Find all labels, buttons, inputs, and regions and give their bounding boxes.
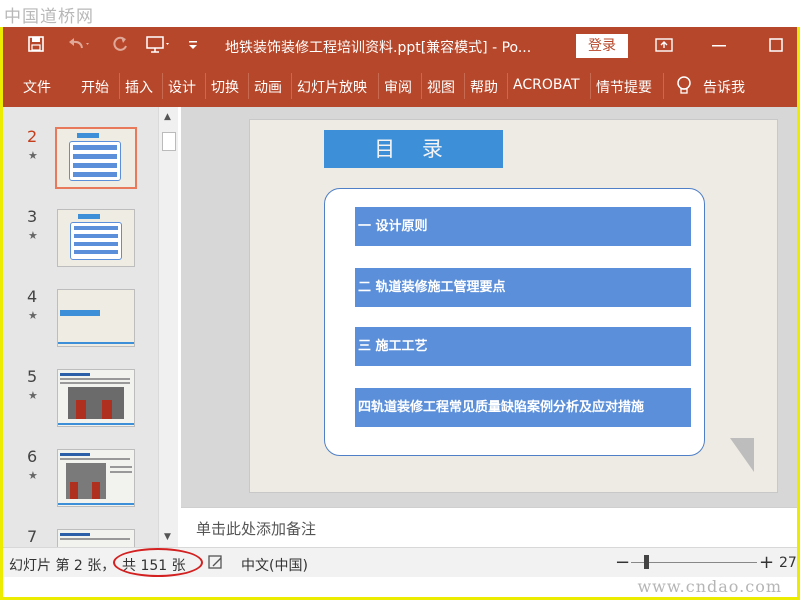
tab-separator bbox=[378, 73, 379, 99]
scrollbar-thumb[interactable] bbox=[162, 132, 176, 151]
ribbon-display-icon[interactable] bbox=[655, 36, 673, 58]
slide-title[interactable]: 目 录 bbox=[324, 130, 503, 168]
toc-item-2[interactable]: 二 轨道装修施工管理要点 bbox=[355, 268, 691, 307]
toc-item-1[interactable]: 一 设计原则 bbox=[355, 207, 691, 246]
thumbnail-number: 2 bbox=[27, 127, 38, 146]
tab-separator bbox=[663, 73, 664, 99]
present-icon[interactable] bbox=[145, 35, 171, 57]
save-icon[interactable] bbox=[27, 35, 45, 57]
zoom-level[interactable]: 27 bbox=[779, 555, 797, 571]
thumbnail-number: 5 bbox=[27, 367, 38, 386]
animation-star-icon: ★ bbox=[28, 469, 38, 482]
watermark-bottom-text: www.cndao.com bbox=[637, 577, 782, 596]
tab-transitions[interactable]: 切换 bbox=[211, 77, 239, 97]
toc-container[interactable]: 一 设计原则 二 轨道装修施工管理要点 三 施工工艺 四轨道装修工程常见质量缺陷… bbox=[324, 188, 705, 456]
maximize-icon[interactable] bbox=[768, 36, 784, 58]
tab-separator bbox=[205, 73, 206, 99]
thumbnail-number: 6 bbox=[27, 447, 38, 466]
tab-insert[interactable]: 插入 bbox=[125, 77, 153, 97]
tab-review[interactable]: 审阅 bbox=[384, 77, 412, 97]
thumbnail-number: 4 bbox=[27, 287, 38, 306]
minimize-icon[interactable] bbox=[711, 36, 727, 58]
tab-separator bbox=[291, 73, 292, 99]
animation-star-icon: ★ bbox=[28, 389, 38, 402]
login-button[interactable]: 登录 bbox=[576, 34, 628, 58]
watermark-top: 中国道桥网 bbox=[0, 0, 800, 27]
tab-separator bbox=[119, 73, 120, 99]
tab-separator bbox=[507, 73, 508, 99]
document-title: 地铁装饰装修工程培训资料.ppt[兼容模式] - Po... bbox=[225, 40, 532, 56]
zoom-slider-knob[interactable] bbox=[644, 555, 649, 569]
current-slide[interactable]: 目 录 一 设计原则 二 轨道装修施工管理要点 三 施工工艺 四轨道装修工程常见… bbox=[249, 119, 778, 493]
tell-me-search[interactable]: 告诉我 bbox=[703, 77, 745, 97]
notes-pane[interactable]: 单击此处添加备注 bbox=[181, 507, 797, 547]
notes-placeholder: 单击此处添加备注 bbox=[196, 520, 317, 538]
tab-separator bbox=[464, 73, 465, 99]
title-bar: 地铁装饰装修工程培训资料.ppt[兼容模式] - Po... 登录 bbox=[3, 27, 797, 65]
thumbnail-number: 7 bbox=[27, 527, 38, 546]
animation-star-icon: ★ bbox=[28, 309, 38, 322]
tab-animations[interactable]: 动画 bbox=[254, 77, 282, 97]
slide-position: 幻灯片 第 2 张， bbox=[9, 558, 116, 574]
thumbnail-slide-2[interactable] bbox=[55, 127, 137, 189]
lightbulb-icon[interactable] bbox=[675, 75, 693, 99]
tab-home[interactable]: 开始 bbox=[81, 77, 109, 97]
tab-view[interactable]: 视图 bbox=[427, 77, 455, 97]
zoom-out-icon[interactable]: − bbox=[615, 552, 630, 573]
tab-separator bbox=[421, 73, 422, 99]
thumbnail-slide-5[interactable] bbox=[57, 369, 135, 427]
thumbnail-slide-4[interactable] bbox=[57, 289, 135, 347]
tab-design[interactable]: 设计 bbox=[168, 77, 196, 97]
undo-icon[interactable] bbox=[65, 35, 91, 57]
tab-separator bbox=[162, 73, 163, 99]
tab-storyboard[interactable]: 情节提要 bbox=[596, 77, 652, 97]
redo-icon[interactable] bbox=[111, 35, 129, 57]
watermark-top-text: 中国道桥网 bbox=[4, 7, 94, 27]
ribbon-tabs: 文件 开始 插入 设计 切换 动画 幻灯片放映 审阅 视图 帮助 ACROBAT… bbox=[3, 65, 797, 107]
watermark-bottom: www.cndao.com bbox=[3, 577, 797, 597]
tab-help[interactable]: 帮助 bbox=[470, 77, 498, 97]
tab-separator bbox=[590, 73, 591, 99]
thumbnail-slide-6[interactable] bbox=[57, 449, 135, 507]
tab-slideshow[interactable]: 幻灯片放映 bbox=[297, 77, 367, 97]
zoom-in-icon[interactable]: + bbox=[759, 552, 774, 573]
scroll-up-icon[interactable]: ▲ bbox=[164, 112, 171, 122]
slide-thumbnails-pane: 2 ★ 3 ★ 4 ★ 5 ★ 6 ★ 7 bbox=[3, 107, 158, 547]
toc-item-3[interactable]: 三 施工工艺 bbox=[355, 327, 691, 366]
page-curl-decoration bbox=[730, 438, 754, 472]
thumbnail-slide-7[interactable] bbox=[57, 529, 135, 547]
scroll-down-icon[interactable]: ▼ bbox=[164, 532, 171, 542]
notes-icon[interactable] bbox=[207, 554, 225, 574]
slide-workspace: 目 录 一 设计原则 二 轨道装修施工管理要点 三 施工工艺 四轨道装修工程常见… bbox=[181, 107, 797, 507]
animation-star-icon: ★ bbox=[28, 149, 38, 162]
status-bar: 幻灯片 第 2 张， 共 151 张 中文(中国) − + 27 bbox=[3, 547, 797, 577]
thumbnails-scrollbar[interactable]: ▲ ▼ bbox=[158, 107, 178, 547]
language-indicator[interactable]: 中文(中国) bbox=[241, 555, 308, 575]
thumbnail-number: 3 bbox=[27, 207, 38, 226]
thumbnail-slide-3[interactable] bbox=[57, 209, 135, 267]
tab-separator bbox=[248, 73, 249, 99]
zoom-slider-track[interactable] bbox=[631, 562, 757, 563]
tab-acrobat[interactable]: ACROBAT bbox=[513, 77, 580, 93]
animation-star-icon: ★ bbox=[28, 229, 38, 242]
tab-file[interactable]: 文件 bbox=[23, 77, 51, 97]
customize-icon[interactable] bbox=[187, 35, 199, 57]
toc-item-4[interactable]: 四轨道装修工程常见质量缺陷案例分析及应对措施 bbox=[355, 388, 691, 427]
highlight-circle bbox=[113, 548, 203, 577]
